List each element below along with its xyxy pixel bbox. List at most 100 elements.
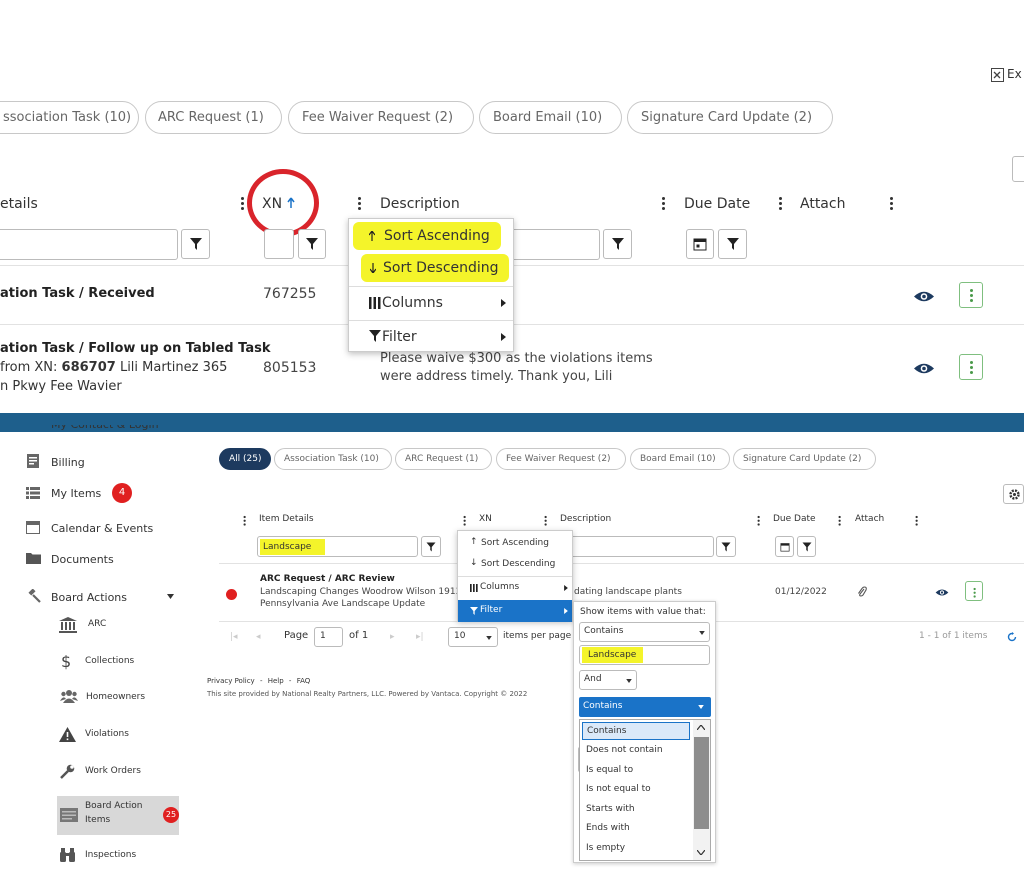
filter-button[interactable] — [298, 229, 326, 259]
column-menu-icon[interactable] — [358, 197, 362, 212]
xn-reference-link[interactable]: 686707 — [62, 360, 116, 375]
details-filter-input[interactable] — [0, 229, 178, 260]
filter-button[interactable] — [716, 536, 736, 557]
dropdown-option[interactable]: Does not contain — [586, 745, 663, 755]
column-header-item-details[interactable]: Item Details — [259, 514, 314, 524]
tab-arc-request[interactable]: ARC Request (1) — [395, 448, 492, 470]
column-menu-icon[interactable] — [662, 197, 666, 212]
column-menu-icon[interactable] — [544, 515, 548, 527]
column-header-description[interactable]: Description — [380, 196, 460, 212]
calendar-button[interactable] — [775, 536, 794, 557]
dropdown-option[interactable]: Is equal to — [586, 765, 633, 775]
column-header-description[interactable]: Description — [560, 514, 611, 524]
filter-operator-select-open[interactable]: Contains — [579, 697, 711, 717]
tab-all[interactable]: All (25) — [219, 448, 271, 470]
column-header-attach[interactable]: Attach — [855, 514, 884, 524]
description-filter-input[interactable] — [500, 229, 600, 260]
filter-button[interactable] — [603, 229, 632, 259]
filter-button[interactable] — [718, 229, 747, 259]
tab-association-task[interactable]: ssociation Task (10) — [0, 101, 139, 134]
items-count: 1 - 1 of 1 items — [919, 631, 988, 641]
tab-fee-waiver-request[interactable]: Fee Waiver Request (2) — [288, 101, 474, 134]
menu-item-sort-descending[interactable]: Sort Descending — [361, 254, 509, 282]
filter-value-input[interactable]: Landscape — [579, 645, 710, 665]
dropdown-option-selected[interactable]: Contains — [582, 722, 690, 740]
tab-signature-card-update[interactable]: Signature Card Update (2) — [733, 448, 876, 470]
menu-item-sort-descending[interactable]: ↓ Sort Descending — [458, 554, 572, 575]
column-header-due-date[interactable]: Due Date — [773, 514, 816, 524]
scrollbar-thumb[interactable] — [694, 737, 709, 829]
refresh-icon[interactable] — [1007, 632, 1017, 642]
tab-fee-waiver-request[interactable]: Fee Waiver Request (2) — [496, 448, 626, 470]
operator-dropdown-list: Contains Does not contain Is equal to Is… — [579, 719, 711, 861]
calendar-button[interactable] — [686, 229, 714, 259]
eye-icon[interactable] — [913, 362, 935, 375]
column-header-due-date[interactable]: Due Date — [684, 196, 750, 212]
eye-icon[interactable] — [913, 290, 935, 303]
column-header-attach[interactable]: Attach — [800, 196, 845, 212]
calendar-icon — [780, 542, 789, 551]
filter-button[interactable] — [181, 229, 210, 259]
menu-item-columns[interactable]: Columns — [458, 577, 572, 599]
row-actions-button[interactable] — [959, 282, 983, 308]
settings-button[interactable] — [1003, 484, 1024, 504]
tab-signature-card-update[interactable]: Signature Card Update (2) — [627, 101, 833, 134]
tab-board-email[interactable]: Board Email (10) — [479, 101, 622, 134]
column-menu-icon[interactable] — [757, 515, 761, 527]
column-menu-icon[interactable] — [463, 515, 467, 527]
prev-page-icon[interactable]: ◂ — [256, 632, 261, 642]
users-icon — [60, 690, 78, 703]
eye-icon[interactable] — [935, 588, 949, 597]
page-size-select[interactable]: 10 — [448, 627, 498, 647]
dropdown-option[interactable]: Ends with — [586, 823, 630, 833]
column-menu-icon[interactable] — [779, 197, 783, 212]
filter-logic-select[interactable]: And — [579, 670, 637, 690]
dropdown-scrollbar[interactable] — [693, 720, 710, 860]
filter-icon — [369, 330, 381, 342]
first-page-icon[interactable]: |◂ — [230, 632, 238, 642]
column-menu-icon[interactable] — [241, 197, 245, 212]
description-filter-input[interactable] — [570, 536, 714, 557]
column-header-details[interactable]: etails — [0, 196, 38, 212]
faq-link[interactable]: FAQ — [297, 677, 311, 685]
tab-association-task[interactable]: Association Task (10) — [274, 448, 392, 470]
column-menu-icon[interactable] — [915, 515, 919, 527]
row-actions-button[interactable] — [959, 354, 983, 380]
filter-panel-title: Show items with value that: — [580, 607, 706, 617]
menu-item-filter[interactable]: Filter — [458, 600, 572, 622]
dropdown-option[interactable]: Is empty — [586, 843, 625, 853]
row-actions-button[interactable] — [965, 581, 983, 601]
dropdown-option[interactable]: Is not equal to — [586, 784, 651, 794]
column-header-xn[interactable]: XN — [479, 514, 492, 524]
column-menu-icon[interactable] — [890, 197, 894, 212]
sidebar-item-label: Board Actions — [51, 591, 128, 604]
column-menu-icon[interactable] — [838, 515, 842, 527]
help-link[interactable]: Help — [268, 677, 284, 685]
menu-item-filter[interactable]: Filter — [349, 321, 513, 353]
filter-icon — [426, 542, 436, 551]
paperclip-icon[interactable] — [857, 586, 867, 598]
menu-item-sort-ascending[interactable]: Sort Ascending — [353, 222, 501, 250]
menu-item-columns[interactable]: Columns — [349, 287, 513, 319]
sidebar-item-board-action-items[interactable]: Board Action Items 25 — [57, 796, 179, 835]
sidebar-item-my-contact[interactable]: My Contact & Login — [51, 425, 159, 433]
menu-item-sort-ascending[interactable]: ↑ Sort Ascending — [458, 533, 572, 554]
next-page-icon[interactable]: ▸ — [390, 632, 395, 642]
item-details-filter-input[interactable]: Landscape — [257, 536, 418, 557]
tab-board-email[interactable]: Board Email (10) — [630, 448, 730, 470]
page-number-input[interactable]: 1 — [314, 627, 343, 647]
export-button[interactable]: Ex — [991, 67, 1024, 85]
filter-button[interactable] — [421, 536, 441, 557]
filter-operator-select[interactable]: Contains — [579, 622, 710, 642]
column-menu-icon[interactable] — [243, 515, 247, 527]
privacy-policy-link[interactable]: Privacy Policy — [207, 677, 255, 685]
dollar-icon: $ — [61, 652, 72, 671]
xn-filter-input[interactable] — [264, 229, 294, 259]
dropdown-option[interactable]: Starts with — [586, 804, 635, 814]
column-context-menu: Sort Ascending Sort Descending Columns F… — [348, 218, 514, 352]
filter-button[interactable] — [797, 536, 816, 557]
tab-arc-request[interactable]: ARC Request (1) — [145, 101, 282, 134]
last-page-icon[interactable]: ▸| — [416, 632, 424, 642]
settings-button[interactable] — [1012, 156, 1024, 182]
folder-icon — [26, 553, 41, 564]
